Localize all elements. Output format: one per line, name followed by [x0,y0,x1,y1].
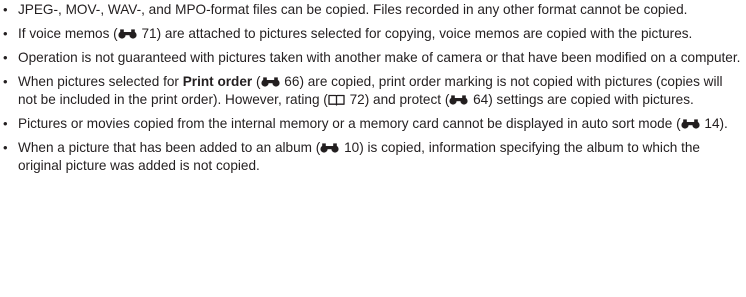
bullet-icon: • [3,26,8,41]
bullet-icon: • [3,74,8,89]
note-text: Pictures or movies copied from the inter… [18,116,681,131]
note-item: • Pictures or movies copied from the inte… [0,115,744,133]
note-text: ( [252,74,261,89]
note-text: When a picture that has been added to an… [18,140,321,155]
note-text: JPEG-, MOV-, WAV-, and MPO-format files … [18,2,688,17]
bullet-icon: • [3,2,8,17]
page-reference-number: 71 [137,26,157,41]
bullet-icon: • [3,50,8,65]
note-text: If voice memos ( [18,26,118,41]
page-reference: 71 [118,26,157,41]
note-item: • If voice memos ( 71) are attached to pi… [0,25,744,43]
note-item: • Operation is not guaranteed with pictur… [0,49,744,67]
binoculars-reference-icon [260,77,280,87]
note-text: When pictures selected for [18,74,183,89]
note-text: ) settings are copied with pictures. [488,92,694,107]
binoculars-reference-icon [118,29,137,39]
binoculars-reference-icon [681,119,700,129]
page-reference: 10 [320,140,359,155]
note-text: ). [719,116,728,131]
binoculars-reference-icon [320,143,339,153]
book-reference-icon [328,94,345,106]
page-reference-number: 64 [469,92,489,107]
page-reference: 64 [449,92,488,107]
page-reference: 72 [328,92,365,107]
note-item: • JPEG-, MOV-, WAV-, and MPO-format files… [0,1,744,19]
note-text: ) and protect ( [364,92,450,107]
page-reference-number: 10 [340,140,360,155]
page-reference: 14 [681,116,720,131]
bullet-icon: • [3,116,8,131]
note-item: • When a picture that has been added to a… [0,139,744,175]
note-text: ) are attached to pictures selected for … [156,26,693,41]
page-reference-number: 72 [345,92,365,107]
page-reference: 66 [260,74,300,89]
page-reference-number: 14 [700,116,720,131]
menu-option-name: Print order [182,74,253,89]
binoculars-reference-icon [449,95,468,105]
notes-list: • JPEG-, MOV-, WAV-, and MPO-format files… [0,1,744,181]
note-item: • When pictures selected for Print order … [0,73,744,109]
page-reference-number: 66 [280,74,300,89]
bullet-icon: • [3,140,8,155]
note-text: Operation is not guaranteed with picture… [18,50,741,65]
